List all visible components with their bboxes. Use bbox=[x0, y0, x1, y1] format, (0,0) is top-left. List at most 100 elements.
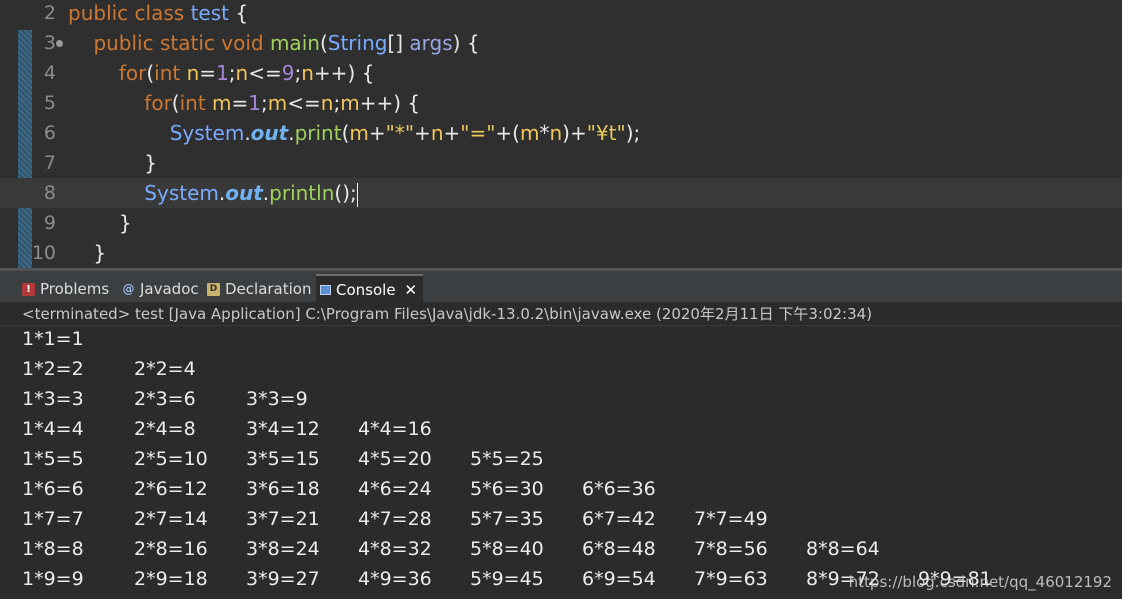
code-text: for(int n=1;n<=9;n++) { bbox=[68, 58, 374, 88]
code-line[interactable]: 6 System.out.print(m+"*"+n+"="+(m*n)+"¥t… bbox=[0, 118, 1122, 148]
tab-console[interactable]: Console ✕ bbox=[316, 274, 423, 304]
console-cell: 4*5=20 bbox=[358, 448, 432, 470]
console-cell: 5*7=35 bbox=[470, 508, 544, 530]
console-cell: 5*6=30 bbox=[470, 478, 544, 500]
line-number: 10 bbox=[31, 242, 56, 264]
code-token: ; bbox=[228, 61, 236, 85]
tab-declaration-label: Declaration bbox=[225, 280, 312, 298]
code-line[interactable]: 2 public class test { bbox=[0, 0, 1122, 28]
line-number: 3 bbox=[43, 32, 56, 54]
console-cell: 5*8=40 bbox=[470, 538, 544, 560]
code-line[interactable]: 3 public static void main(String[] args)… bbox=[0, 28, 1122, 58]
console-cell: 4*4=16 bbox=[358, 418, 432, 440]
code-token: int bbox=[179, 91, 213, 115]
code-token: int bbox=[154, 61, 187, 85]
console-cell: 3*5=15 bbox=[246, 448, 320, 470]
console-cell: 3*3=9 bbox=[246, 388, 308, 410]
console-cell: 7*7=49 bbox=[694, 508, 768, 530]
console-launch-info: <terminated> test [Java Application] C:\… bbox=[0, 302, 1122, 326]
code-text: for(int m=1;m<=n;m++) { bbox=[68, 88, 420, 118]
code-line[interactable]: 10 } bbox=[0, 238, 1122, 268]
code-token: +( bbox=[495, 121, 520, 145]
console-cell: 8*8=64 bbox=[806, 538, 880, 560]
console-cell: 3*6=18 bbox=[246, 478, 320, 500]
console-cell: 7*8=56 bbox=[694, 538, 768, 560]
code-token: <= bbox=[248, 61, 282, 85]
console-cell: 3*4=12 bbox=[246, 418, 320, 440]
code-token: )+ bbox=[562, 121, 587, 145]
code-token: args bbox=[409, 31, 453, 55]
code-token: 1 bbox=[216, 61, 229, 85]
console-cell: 2*4=8 bbox=[134, 418, 196, 440]
console-cell: 4*7=28 bbox=[358, 508, 432, 530]
code-token: out bbox=[250, 121, 289, 145]
console-cell: 4*9=36 bbox=[358, 568, 432, 590]
code-text: } bbox=[68, 148, 157, 178]
line-number: 2 bbox=[43, 2, 56, 24]
code-token: = bbox=[231, 91, 249, 115]
code-token: <= bbox=[287, 91, 321, 115]
tab-problems[interactable]: ! Problems bbox=[18, 274, 113, 304]
code-token: ( bbox=[319, 31, 328, 55]
code-token: n bbox=[430, 121, 444, 145]
code-token: out bbox=[225, 181, 263, 205]
code-token: n bbox=[301, 61, 314, 85]
code-line[interactable]: 7 } bbox=[0, 148, 1122, 178]
console-cell: 2*8=16 bbox=[134, 538, 208, 560]
code-token: + bbox=[368, 121, 386, 145]
console-cell: 1*9=9 bbox=[22, 568, 84, 590]
console-cell: 6*9=54 bbox=[582, 568, 656, 590]
fold-toggle-icon[interactable] bbox=[56, 40, 63, 47]
console-line: 1*4=4 2*4=8 3*4=12 4*4=16 bbox=[0, 414, 1122, 444]
code-token: = bbox=[199, 61, 217, 85]
code-line[interactable]: 9 } bbox=[0, 208, 1122, 238]
line-number: 8 bbox=[43, 182, 56, 204]
console-cell: 2*6=12 bbox=[134, 478, 208, 500]
code-token: for bbox=[118, 61, 147, 85]
code-text: public class test { bbox=[68, 0, 248, 28]
code-token: class bbox=[134, 1, 191, 25]
code-token: ( bbox=[171, 91, 180, 115]
code-token: } bbox=[68, 151, 158, 175]
console-cell: 5*9=45 bbox=[470, 568, 544, 590]
declaration-icon: D bbox=[207, 282, 220, 296]
code-token: (); bbox=[334, 181, 357, 205]
code-token: { bbox=[235, 1, 249, 25]
code-line[interactable]: 4 for(int n=1;n<=9;n++) { bbox=[0, 58, 1122, 88]
code-text: System.out.println(); bbox=[68, 178, 358, 208]
code-line[interactable]: 5 for(int m=1;m<=n;m++) { bbox=[0, 88, 1122, 118]
code-token: "=" bbox=[460, 121, 496, 145]
code-token: + bbox=[443, 121, 461, 145]
console-cell: 6*7=42 bbox=[582, 508, 656, 530]
tab-javadoc[interactable]: @ Javadoc bbox=[118, 274, 203, 304]
console-line: 1*3=3 2*3=6 3*3=9 bbox=[0, 384, 1122, 414]
console-cell: 5*5=25 bbox=[470, 448, 544, 470]
close-icon[interactable]: ✕ bbox=[405, 275, 418, 305]
line-number: 9 bbox=[43, 212, 56, 234]
code-token: n bbox=[186, 61, 200, 85]
code-editor[interactable]: 2 public class test {3 public static void… bbox=[0, 0, 1122, 268]
console-cell: 2*7=14 bbox=[134, 508, 208, 530]
watermark: https://blog.csdn.net/qq_46012192 bbox=[848, 573, 1112, 591]
line-number: 5 bbox=[43, 92, 56, 114]
text-caret bbox=[356, 182, 358, 207]
code-token: n bbox=[235, 61, 249, 85]
console-cell: 1*1=1 bbox=[22, 328, 84, 350]
console-cell: 3*7=21 bbox=[246, 508, 320, 530]
console-line: 1*8=8 2*8=16 3*8=24 4*8=32 5*8=40 6*8=48 7*8=5… bbox=[0, 534, 1122, 564]
code-token: for bbox=[144, 91, 172, 115]
code-token: "¥t" bbox=[586, 121, 626, 145]
code-token: n bbox=[320, 91, 334, 115]
console-output[interactable]: 1*1=1 1*2=2 2*2=4 1*3=3 2*3=6 3*3=9 1*4=4 2*4=8… bbox=[0, 326, 1122, 599]
code-token: n bbox=[549, 121, 563, 145]
code-token: public bbox=[68, 1, 135, 25]
code-token: void bbox=[221, 31, 270, 55]
console-cell: 1*8=8 bbox=[22, 538, 84, 560]
console-cell: 3*9=27 bbox=[246, 568, 320, 590]
code-token: "*" bbox=[385, 121, 415, 145]
code-line[interactable]: 8 System.out.println(); bbox=[0, 178, 1122, 208]
console-line: 1*6=6 2*6=12 3*6=18 4*6=24 5*6=30 6*6=36 bbox=[0, 474, 1122, 504]
tab-declaration[interactable]: D Declaration bbox=[203, 274, 315, 304]
code-token: ++) { bbox=[359, 91, 421, 115]
